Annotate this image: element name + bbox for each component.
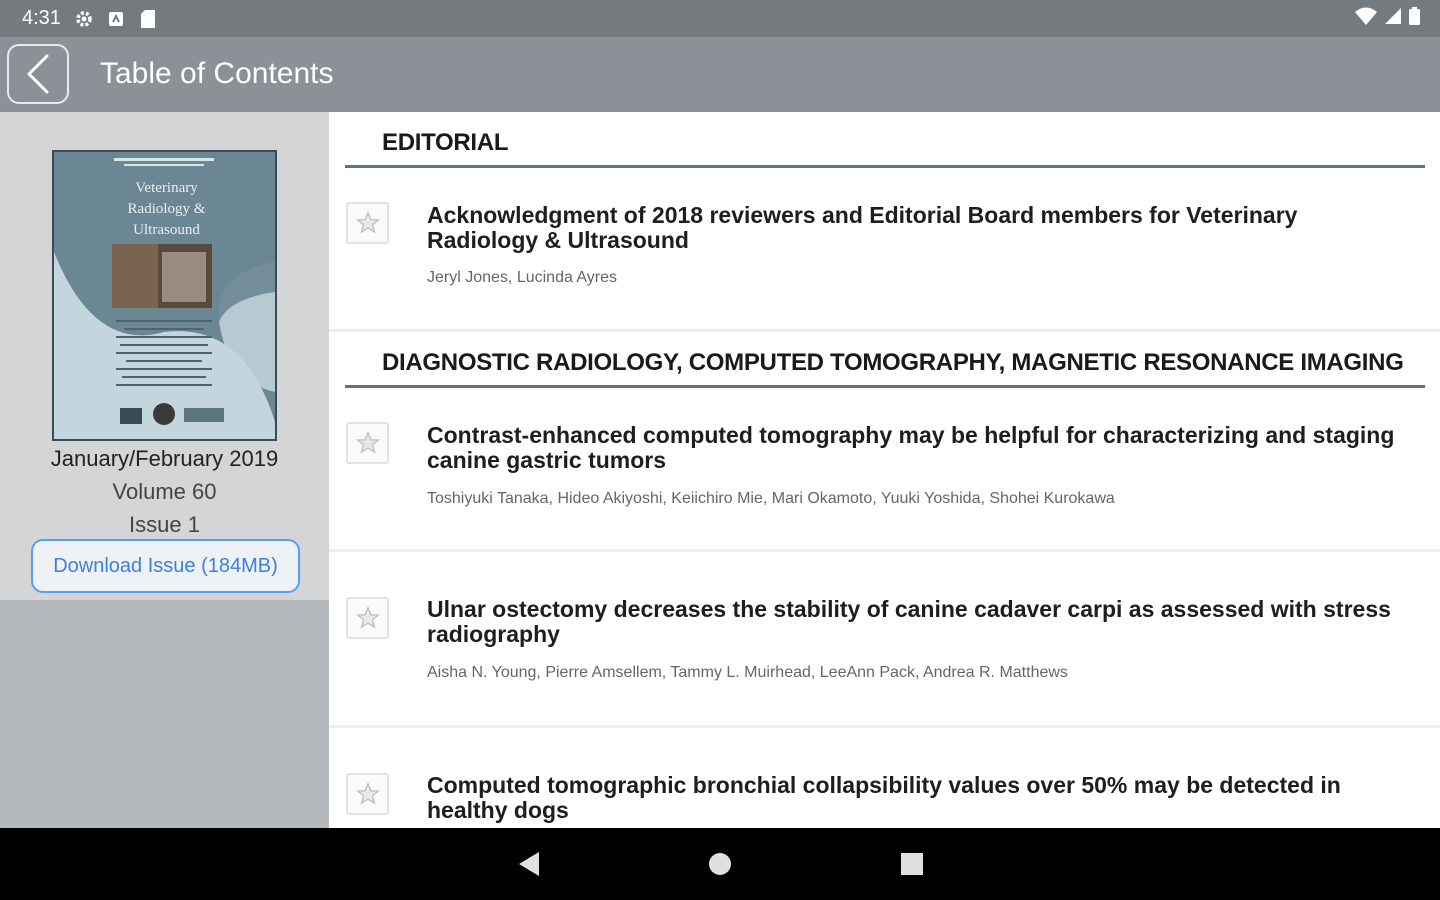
status-time: 4:31 <box>22 7 61 29</box>
bookmark-star-button[interactable] <box>346 422 389 464</box>
star-icon <box>355 430 380 454</box>
nav-back-button[interactable] <box>511 846 547 882</box>
download-issue-button[interactable]: Download Issue (184MB) <box>31 539 300 593</box>
settings-icon <box>75 10 93 28</box>
article-item[interactable]: Contrast-enhanced computed tomography ma… <box>329 394 1440 552</box>
chevron-left-icon <box>27 54 49 94</box>
app-bar: Table of Contents <box>0 37 1440 112</box>
article-authors: Toshiyuki Tanaka, Hideo Akiyoshi, Keiich… <box>427 490 1115 507</box>
triangle-back-icon <box>519 852 539 876</box>
status-left: 4:31 <box>22 7 157 30</box>
system-nav-bar <box>0 828 1440 900</box>
cover-title-line: Ultrasound <box>133 222 200 238</box>
sd-card-icon <box>139 9 157 28</box>
section-header: EDITORIAL <box>345 112 1425 168</box>
bookmark-star-button[interactable] <box>346 773 389 815</box>
nav-recents-button[interactable] <box>894 846 930 882</box>
article-title[interactable]: Acknowledgment of 2018 reviewers and Edi… <box>427 203 1407 253</box>
section-title: EDITORIAL <box>382 129 509 156</box>
bookmark-star-button[interactable] <box>346 597 389 639</box>
article-item[interactable]: Ulnar ostectomy decreases the stability … <box>329 552 1440 728</box>
circle-home-icon <box>709 853 731 875</box>
article-item[interactable]: Computed tomographic bronchial collapsib… <box>329 728 1440 828</box>
cover-title-line: Veterinary <box>135 180 198 196</box>
battery-icon <box>1409 7 1420 30</box>
section-header: DIAGNOSTIC RADIOLOGY, COMPUTED TOMOGRAPH… <box>345 332 1425 388</box>
cover-title: Veterinary Radiology & Ultrasound <box>94 178 239 241</box>
article-title[interactable]: Computed tomographic bronchial collapsib… <box>427 773 1407 823</box>
article-authors: Jeryl Jones, Lucinda Ayres <box>427 269 618 286</box>
star-icon <box>355 605 380 629</box>
issue-info-panel: Veterinary Radiology & Ultrasound Januar… <box>0 112 329 600</box>
star-icon <box>355 210 380 234</box>
wifi-icon <box>1355 7 1377 30</box>
bookmark-star-button[interactable] <box>346 202 389 244</box>
back-button[interactable] <box>7 44 69 104</box>
issue-number: Issue 1 <box>129 512 200 537</box>
page-title: Table of Contents <box>100 57 334 90</box>
article-title[interactable]: Contrast-enhanced computed tomography ma… <box>427 423 1407 473</box>
cover-title-line: Radiology & <box>127 201 206 217</box>
toc-list[interactable]: EDITORIAL Acknowledgment of 2018 reviewe… <box>329 112 1440 828</box>
issue-sidebar: Veterinary Radiology & Ultrasound Januar… <box>0 112 329 828</box>
status-right <box>1355 7 1420 30</box>
signal-icon <box>1385 8 1401 29</box>
article-authors: Aisha N. Young, Pierre Amsellem, Tammy L… <box>427 664 1068 681</box>
notification-icon <box>107 10 125 28</box>
article-title[interactable]: Ulnar ostectomy decreases the stability … <box>427 597 1407 647</box>
star-icon <box>355 781 380 805</box>
issue-date: January/February 2019 <box>50 446 279 471</box>
nav-home-button[interactable] <box>702 846 738 882</box>
issue-volume: Volume 60 <box>112 479 217 504</box>
issue-cover-image[interactable]: Veterinary Radiology & Ultrasound <box>52 150 277 441</box>
square-recents-icon <box>901 853 923 875</box>
status-bar: 4:31 <box>0 0 1440 37</box>
article-item[interactable]: Acknowledgment of 2018 reviewers and Edi… <box>329 174 1440 332</box>
section-title: DIAGNOSTIC RADIOLOGY, COMPUTED TOMOGRAPH… <box>382 349 1404 376</box>
